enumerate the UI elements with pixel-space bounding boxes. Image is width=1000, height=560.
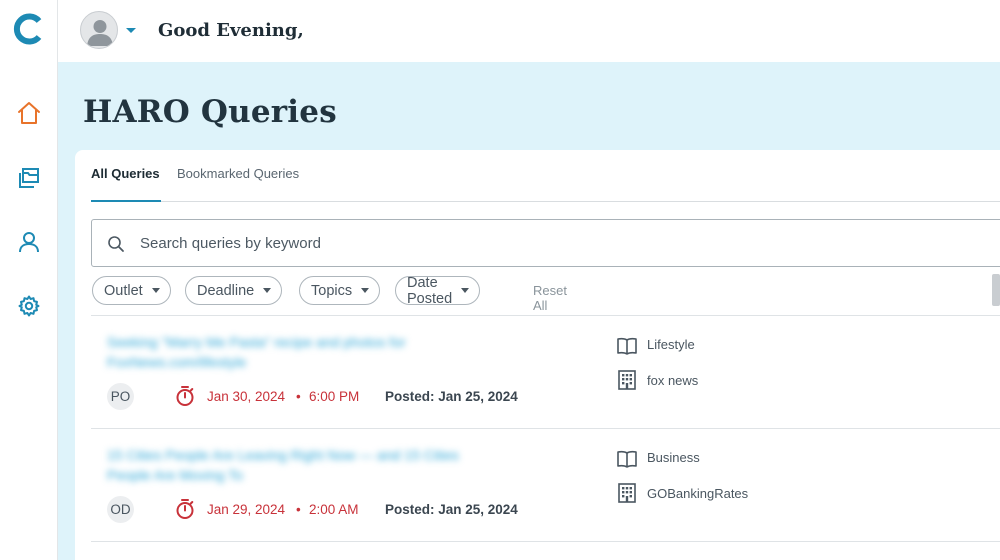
chevron-down-icon [361, 288, 370, 293]
query-outlet: GOBankingRates [647, 486, 749, 501]
user-icon[interactable] [14, 227, 44, 257]
filter-date-posted-dropdown[interactable]: Date Posted [395, 274, 481, 307]
chevron-down-icon [461, 288, 470, 293]
queries-card: All Queries Bookmarked Queries Outlet [75, 150, 1000, 560]
chevron-down-icon [151, 288, 160, 293]
folders-icon[interactable] [14, 163, 44, 193]
home-icon[interactable] [14, 98, 44, 128]
posted-date: Posted: Jan 25, 2024 [385, 389, 518, 404]
stopwatch-icon [175, 385, 195, 407]
scrollbar-thumb[interactable] [992, 274, 1000, 306]
filter-deadline-label: Deadline [197, 282, 255, 299]
brand-logo-icon[interactable] [12, 12, 44, 46]
building-icon [617, 369, 637, 391]
query-row: Seeking "Marry Me Pasta" recipe and phot… [91, 316, 1000, 429]
book-icon [616, 335, 638, 357]
deadline-time: 6:00 PM [309, 389, 360, 404]
filter-outlet-dropdown[interactable]: Outlet [92, 276, 171, 305]
avatar[interactable] [80, 11, 118, 49]
search-input[interactable] [140, 230, 740, 256]
deadline-separator: • [296, 389, 301, 404]
main-content: HARO Queries All Queries Bookmarked Quer… [58, 62, 1000, 560]
query-category: Business [647, 450, 700, 465]
stopwatch-icon [175, 498, 195, 520]
filter-topics-dropdown[interactable]: Topics [299, 276, 381, 305]
query-category: Lifestyle [647, 337, 695, 352]
search-icon [107, 235, 125, 253]
search-box[interactable] [91, 219, 1000, 267]
page-title: HARO Queries [83, 94, 337, 130]
book-icon [616, 448, 638, 470]
chevron-down-icon [263, 288, 272, 293]
filter-date-posted-label: Date Posted [407, 274, 453, 307]
deadline-time: 2:00 AM [309, 502, 359, 517]
query-headline-link[interactable]: 15 Cities People Are Leaving Right Now —… [107, 445, 467, 485]
active-tab-indicator [91, 200, 161, 202]
query-tabs: All Queries Bookmarked Queries [91, 150, 1000, 202]
author-initials-badge: PO [107, 383, 134, 410]
left-sidebar [0, 0, 58, 560]
query-headline-link[interactable]: Seeking "Marry Me Pasta" recipe and phot… [107, 332, 467, 372]
building-icon [617, 482, 637, 504]
filter-outlet-label: Outlet [104, 282, 143, 299]
query-outlet: fox news [647, 373, 699, 388]
filter-deadline-dropdown[interactable]: Deadline [185, 276, 283, 305]
app-root: Good Evening, HARO Queries All Queries B… [0, 0, 1000, 560]
deadline-separator: • [296, 502, 301, 517]
query-row: 15 Cities People Are Leaving Right Now —… [91, 429, 1000, 542]
author-initials-badge: OD [107, 496, 134, 523]
gear-icon[interactable] [14, 291, 44, 321]
tab-all-queries[interactable]: All Queries [91, 166, 160, 181]
account-menu-chevron-down-icon[interactable] [124, 22, 138, 38]
filter-topics-label: Topics [311, 282, 353, 299]
posted-date: Posted: Jan 25, 2024 [385, 502, 518, 517]
tab-bookmarked-queries[interactable]: Bookmarked Queries [177, 166, 299, 181]
top-header: Good Evening, [58, 0, 1000, 62]
list-divider [91, 541, 1000, 542]
deadline-date: Jan 29, 2024 [207, 502, 286, 517]
reset-all-link[interactable]: Reset All [533, 283, 567, 313]
greeting-text: Good Evening, [158, 20, 304, 41]
deadline-date: Jan 30, 2024 [207, 389, 286, 404]
